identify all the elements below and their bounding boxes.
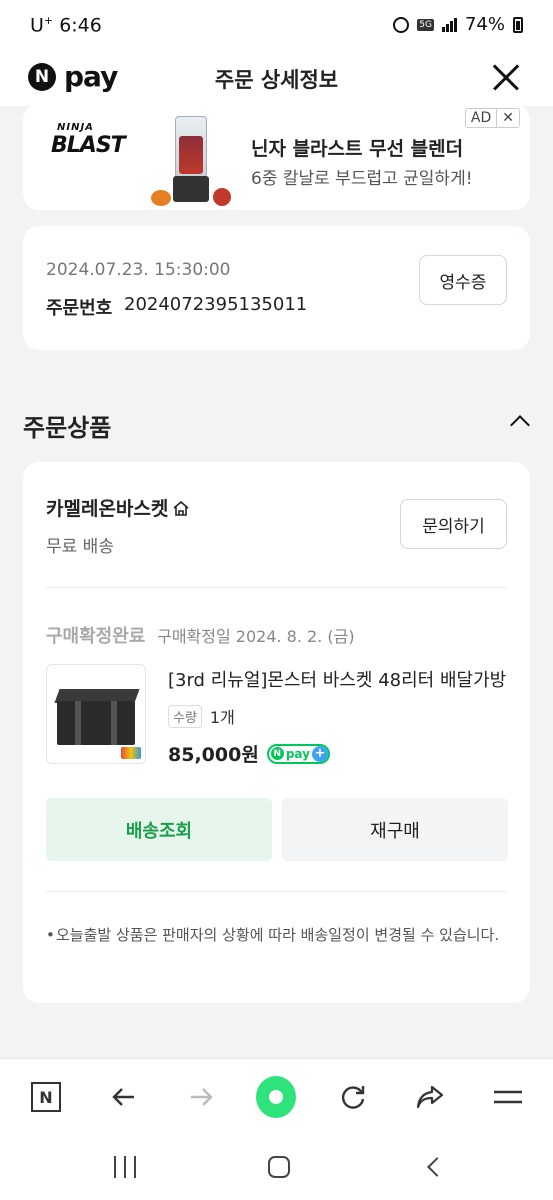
system-home-icon[interactable] [264, 1152, 294, 1182]
share-icon[interactable] [410, 1077, 450, 1117]
store-home-icon [172, 499, 190, 517]
ad-title: 닌자 블라스트 무선 블렌더 [251, 138, 464, 160]
blender-image [171, 116, 211, 206]
chevron-up-icon[interactable] [510, 415, 530, 435]
battery-percent: 74% [464, 14, 505, 35]
carrier-label: U+ 6:46 [30, 14, 102, 37]
inquiry-button[interactable]: 문의하기 [400, 499, 507, 549]
close-button[interactable] [489, 60, 523, 94]
order-info-card: 2024.07.23. 15:30:00 주문번호 20240723951350… [23, 226, 530, 350]
ad-subtitle: 6중 칼날로 부드럽고 균일하게! [251, 169, 473, 189]
status-label: 구매확정완료 [46, 626, 146, 647]
fruit-image [213, 188, 231, 206]
naver-home-button[interactable]: N [26, 1077, 66, 1117]
shipping-fee: 무료 배송 [46, 537, 114, 557]
menu-icon[interactable] [488, 1077, 528, 1117]
browser-toolbar: N [0, 1058, 553, 1134]
ad-brand-logo: NINJA BLAST [51, 122, 126, 158]
divider [46, 587, 507, 588]
status-time: 6:46 [59, 14, 102, 37]
order-number: 2024072395135011 [124, 294, 308, 315]
purchase-status: 구매확정완료 구매확정일 2024. 8. 2. (금) [46, 622, 355, 648]
status-bar: U+ 6:46 5G 74% [0, 0, 553, 50]
system-back-icon[interactable] [420, 1152, 450, 1182]
product-thumbnail[interactable] [46, 664, 146, 764]
rebuy-button[interactable]: 재구매 [282, 798, 508, 861]
quantity-row: 수량 1개 [168, 704, 235, 728]
network-icon: 5G [417, 18, 434, 31]
quantity-value: 1개 [209, 708, 235, 727]
ad-badge: AD ✕ [464, 108, 520, 128]
ad-label: AD [470, 110, 492, 126]
order-product-card: 카멜레온바스켓 무료 배송 문의하기 구매확정완료 구매확정일 2024. 8.… [23, 462, 530, 1003]
status-date: 구매확정일 2024. 8. 2. (금) [157, 627, 355, 646]
signal-icon [441, 17, 457, 32]
app-header: N pay 주문 상세정보 [0, 50, 553, 106]
page-title: 주문 상세정보 [214, 68, 339, 92]
divider [46, 891, 507, 892]
track-delivery-button[interactable]: 배송조회 [46, 798, 272, 861]
product-title[interactable]: [3rd 리뉴얼]몬스터 바스켓 48리터 배달가방 [168, 666, 513, 692]
forward-arrow-icon[interactable] [181, 1077, 221, 1117]
ad-banner[interactable]: NINJA BLAST 닌자 블라스트 무선 블렌더 6중 칼날로 부드럽고 균… [23, 104, 530, 210]
system-navigation-bar [0, 1134, 553, 1200]
battery-icon [513, 16, 523, 33]
back-arrow-icon[interactable] [104, 1077, 144, 1117]
product-price: 85,000원 [168, 744, 259, 766]
refresh-icon[interactable] [333, 1077, 373, 1117]
section-title: 주문상품 [23, 414, 112, 442]
price-row: 85,000원 Npay + [168, 740, 330, 767]
order-datetime: 2024.07.23. 15:30:00 [46, 260, 231, 280]
alarm-icon [393, 16, 410, 33]
home-circle-button[interactable] [256, 1076, 296, 1118]
status-icons: 5G 74% [393, 14, 523, 35]
npay-plus-badge: Npay + [266, 743, 330, 764]
ad-close-icon[interactable]: ✕ [496, 109, 519, 127]
order-number-label: 주문번호 [46, 298, 113, 319]
shipping-notice: 오늘출발 상품은 판매자의 상황에 따라 배송일정이 변경될 수 있습니다. [46, 922, 507, 948]
receipt-button[interactable]: 영수증 [419, 255, 507, 305]
quantity-tag: 수량 [168, 704, 202, 728]
seller-name[interactable]: 카멜레온바스켓 [46, 494, 190, 521]
recent-apps-icon[interactable] [110, 1152, 140, 1182]
fruit-image [151, 190, 171, 206]
